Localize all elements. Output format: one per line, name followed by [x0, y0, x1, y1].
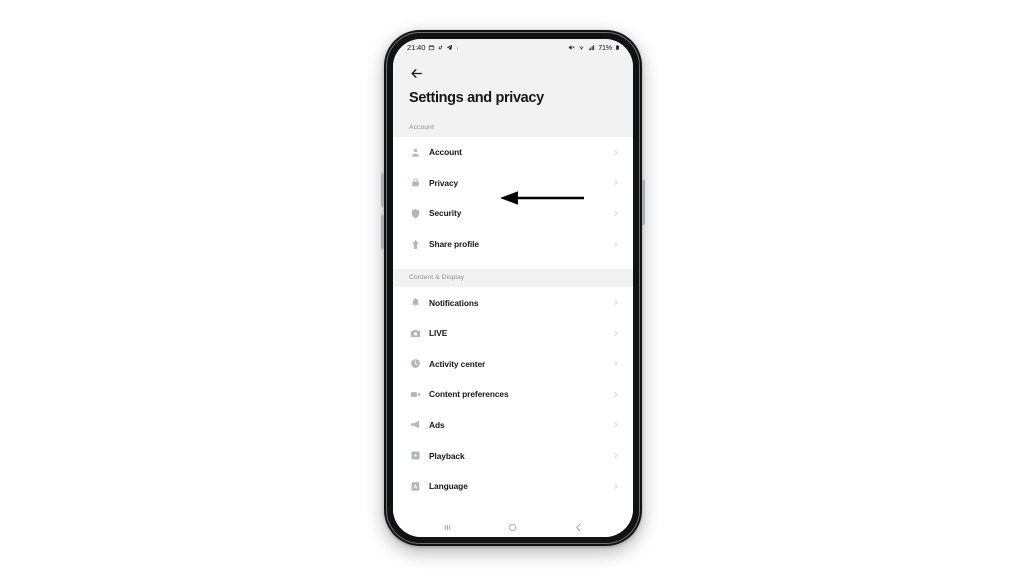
playback-icon: [409, 450, 421, 462]
chevron-right-icon: [611, 359, 620, 368]
megaphone-icon: [409, 419, 421, 431]
list-item-label: Notifications: [429, 297, 479, 308]
volume-up-button[interactable]: [381, 173, 384, 207]
battery-percent-label: 71%: [598, 43, 612, 52]
list-item-activity-center[interactable]: Activity center: [393, 348, 633, 380]
home-icon[interactable]: [504, 520, 522, 534]
screenshot-canvas: 21:40 71% Settings and privacy Account A…: [0, 0, 1024, 576]
list-item-ads[interactable]: Ads: [393, 409, 633, 441]
chevron-right-icon: [611, 209, 620, 218]
chevron-right-icon: [611, 482, 620, 491]
chevron-right-icon: [611, 298, 620, 307]
list-item-account[interactable]: Account: [393, 136, 633, 168]
list-item-privacy[interactable]: Privacy: [393, 167, 633, 199]
list-item-playback[interactable]: Playback: [393, 440, 633, 471]
language-icon: [409, 480, 421, 492]
list-item-label: Activity center: [429, 358, 486, 369]
lock-icon: [409, 177, 421, 189]
chevron-right-icon: [611, 178, 620, 187]
list-item-label: Security: [429, 208, 462, 219]
list-item-label: Content preferences: [429, 389, 509, 400]
nav-back-icon[interactable]: [569, 520, 587, 534]
dot-icon: [457, 47, 459, 49]
list-item-content-preferences[interactable]: Content preferences: [393, 379, 633, 410]
list-item-live[interactable]: LIVE: [393, 317, 633, 349]
chevron-right-icon: [611, 451, 620, 460]
android-navigation-bar: [393, 517, 633, 537]
recents-icon[interactable]: [439, 520, 457, 534]
bell-icon: [409, 297, 421, 309]
page-title: Settings and privacy: [409, 90, 544, 106]
list-item-security[interactable]: Security: [393, 198, 633, 229]
person-icon: [409, 146, 421, 158]
list-item-label: Account: [429, 147, 462, 158]
battery-icon: [616, 45, 619, 50]
back-arrow-icon[interactable]: [409, 64, 427, 82]
list-item-language[interactable]: Language: [393, 470, 633, 502]
mute-icon: [569, 45, 575, 50]
signal-icon: [589, 45, 595, 51]
list-item-notifications[interactable]: Notifications: [393, 287, 633, 318]
video-camera-icon: [409, 388, 421, 400]
section-header-content-display: Content & Display: [393, 269, 633, 288]
shield-icon: [409, 207, 421, 219]
section-header-account: Account: [393, 118, 633, 137]
list-item-label: Share profile: [429, 239, 479, 250]
power-button[interactable]: [642, 180, 645, 225]
share-arrow-icon: [409, 238, 421, 250]
camera-icon: [409, 327, 421, 339]
list-item-label: Ads: [429, 419, 445, 430]
chevron-right-icon: [611, 420, 620, 429]
phone-screen: 21:40 71% Settings and privacy Account A…: [393, 39, 633, 537]
tiktok-note-icon: [439, 45, 443, 50]
telegram-icon: [446, 44, 453, 51]
volume-down-button[interactable]: [381, 215, 384, 249]
list-item-label: Privacy: [429, 177, 459, 188]
chevron-right-icon: [611, 148, 620, 157]
list-item-label: Language: [429, 481, 468, 492]
phone-device-mockup: 21:40 71% Settings and privacy Account A…: [381, 30, 645, 546]
status-bar-right: 71%: [568, 43, 620, 52]
list-item-label: Playback: [429, 450, 465, 461]
wifi-icon: [579, 46, 584, 50]
calendar-icon: [429, 45, 435, 51]
status-bar-clock: 21:40: [407, 43, 426, 52]
list-item-label: LIVE: [429, 328, 448, 339]
app-header: Settings and privacy: [393, 56, 633, 119]
status-bar-left: 21:40: [407, 43, 459, 52]
clock-icon: [409, 358, 421, 370]
list-item-share-profile[interactable]: Share profile: [393, 228, 633, 260]
chevron-right-icon: [611, 329, 620, 338]
status-bar: 21:40 71%: [393, 39, 633, 56]
settings-list: Account Account Privacy Security Share p…: [393, 118, 633, 517]
chevron-right-icon: [611, 390, 620, 399]
chevron-right-icon: [611, 240, 620, 249]
